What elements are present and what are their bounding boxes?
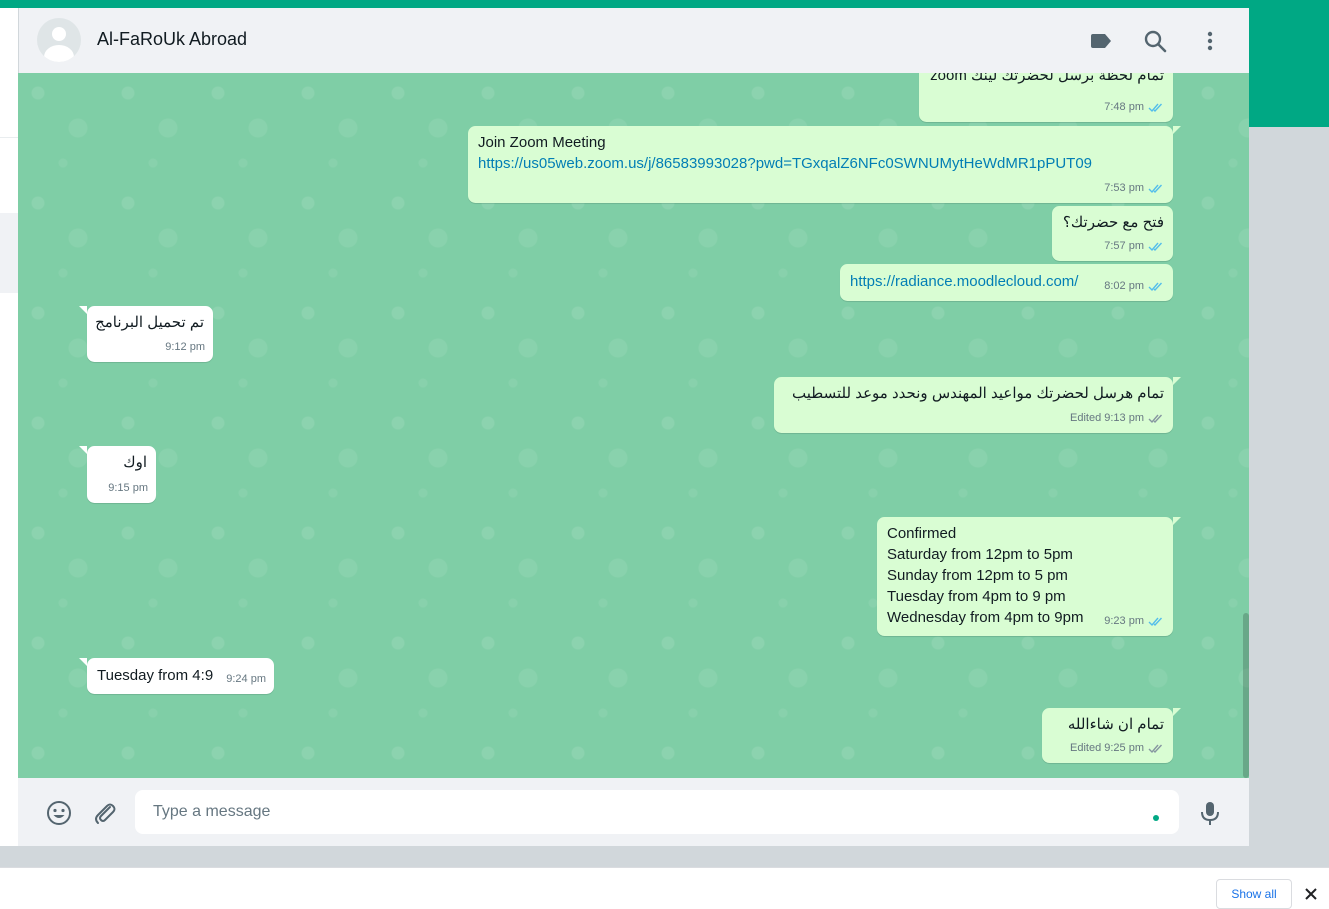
message-bubble-outgoing[interactable]: فتح مع حضرتك؟ 7:57 pm xyxy=(1052,206,1173,261)
microphone-icon[interactable] xyxy=(1196,799,1224,827)
message-text: فتح مع حضرتك؟ xyxy=(1062,214,1164,231)
read-ticks-icon xyxy=(1148,616,1165,627)
message-time: 9:12 pm xyxy=(165,341,205,353)
message-list[interactable]: تمام لحظة برسل لحضرتك لينك zoom 7:48 pm … xyxy=(18,73,1249,778)
message-bubble-outgoing[interactable]: تمام ان شاءالله Edited 9:25 pm xyxy=(1042,708,1181,763)
message-time: 7:53 pm xyxy=(1104,182,1144,194)
message-text: تم تحميل البرنامج xyxy=(95,314,204,331)
label-icon[interactable] xyxy=(1088,28,1114,54)
delivered-ticks-icon xyxy=(1148,743,1165,754)
message-bubble-incoming[interactable]: تم تحميل البرنامج 9:12 pm xyxy=(79,306,213,362)
attach-icon[interactable] xyxy=(91,799,119,827)
message-time: 7:57 pm xyxy=(1104,240,1144,252)
message-bubble-incoming[interactable]: اوك 9:15 pm xyxy=(79,446,156,503)
avatar-head-shape xyxy=(52,27,66,41)
message-time: 7:48 pm xyxy=(1104,101,1144,113)
read-ticks-icon xyxy=(1148,102,1165,113)
message-bubble-outgoing[interactable]: تمام هرسل لحضرتك مواعيد المهندس ونحدد مو… xyxy=(774,377,1181,433)
chat-list-edge[interactable] xyxy=(0,8,19,846)
read-ticks-icon xyxy=(1148,241,1165,252)
message-time: 9:15 pm xyxy=(108,482,148,494)
read-ticks-icon xyxy=(1148,183,1165,194)
app-background-right xyxy=(1249,0,1329,127)
message-link[interactable]: https://us05web.zoom.us/j/86583993028?pw… xyxy=(478,153,1164,174)
message-meta: 9:24 pm xyxy=(226,669,266,690)
avatar-body-shape xyxy=(44,45,74,62)
app-background-gray xyxy=(1249,127,1329,867)
show-all-button[interactable]: Show all xyxy=(1216,879,1292,909)
message-text: Saturday from 12pm to 5pm xyxy=(887,546,1073,563)
message-input[interactable] xyxy=(135,790,1179,834)
downloads-bar: Show all xyxy=(0,867,1329,909)
message-bubble-outgoing[interactable]: Join Zoom Meeting https://us05web.zoom.u… xyxy=(468,126,1181,203)
chat-list-selected-item[interactable] xyxy=(0,213,18,293)
emoji-icon[interactable] xyxy=(45,799,73,827)
conversation-panel: Al-FaRoUk Abroad تمام لحظة برسل لحضرتك ل… xyxy=(18,8,1249,846)
message-text: Join Zoom Meeting xyxy=(478,134,606,151)
message-meta: 9:12 pm xyxy=(165,337,205,358)
message-text: Tuesday from 4pm to 9 pm xyxy=(887,588,1066,605)
message-text: اوك xyxy=(123,454,147,471)
message-bubble-outgoing[interactable]: Confirmed Saturday from 12pm to 5pm Sund… xyxy=(877,517,1181,636)
message-time: 9:24 pm xyxy=(226,673,266,685)
message-meta: 9:15 pm xyxy=(108,478,148,499)
app-background-bottom xyxy=(0,846,1249,867)
input-status-dot xyxy=(1153,815,1159,821)
message-bubble-outgoing[interactable]: تمام لحظة برسل لحضرتك لينك zoom 7:48 pm xyxy=(919,73,1173,122)
message-meta: 7:57 pm xyxy=(1104,236,1165,257)
message-meta: Edited 9:25 pm xyxy=(1070,738,1165,759)
message-meta: 7:48 pm xyxy=(1104,97,1165,118)
message-bubble-incoming[interactable]: Tuesday from 4:9 9:24 pm xyxy=(79,658,274,694)
contact-name[interactable]: Al-FaRoUk Abroad xyxy=(97,29,247,50)
delivered-ticks-icon xyxy=(1148,413,1165,424)
message-meta: 9:23 pm xyxy=(1104,611,1165,632)
conversation-header[interactable]: Al-FaRoUk Abroad xyxy=(18,8,1249,73)
app-background-top xyxy=(0,0,1329,8)
message-text: تمام هرسل لحضرتك مواعيد المهندس ونحدد مو… xyxy=(792,385,1164,402)
message-text: Confirmed xyxy=(887,525,957,542)
close-icon[interactable] xyxy=(1303,886,1319,902)
message-bubble-outgoing[interactable]: https://radiance.moodlecloud.com/ 8:02 p… xyxy=(840,264,1173,301)
menu-dots-icon[interactable] xyxy=(1197,28,1223,54)
avatar[interactable] xyxy=(37,18,81,62)
message-text: تمام ان شاءالله xyxy=(1067,716,1164,733)
message-list-scrollbar[interactable] xyxy=(1243,613,1249,778)
message-text: Sunday from 12pm to 5 pm xyxy=(887,567,1068,584)
message-time: Edited 9:13 pm xyxy=(1070,412,1144,424)
message-text: تمام لحظة برسل لحضرتك لينك zoom xyxy=(930,73,1164,84)
chat-list-divider xyxy=(0,83,18,138)
compose-footer xyxy=(18,778,1249,846)
message-meta: 8:02 pm xyxy=(1104,276,1165,297)
message-meta: 7:53 pm xyxy=(1104,178,1165,199)
message-time: 9:23 pm xyxy=(1104,615,1144,627)
message-meta: Edited 9:13 pm xyxy=(1070,408,1165,429)
message-time: 8:02 pm xyxy=(1104,280,1144,292)
read-ticks-icon xyxy=(1148,281,1165,292)
message-time: Edited 9:25 pm xyxy=(1070,742,1144,754)
search-icon[interactable] xyxy=(1142,28,1168,54)
